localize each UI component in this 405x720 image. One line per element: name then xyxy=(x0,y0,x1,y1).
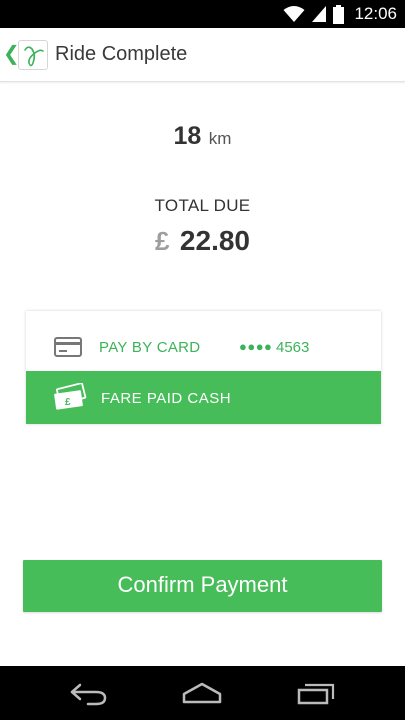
amount-value: 22.80 xyxy=(179,225,250,256)
wifi-icon xyxy=(283,6,305,22)
battery-icon xyxy=(333,4,345,24)
pay-by-card-option[interactable]: PAY BY CARD ●●●● 4563 xyxy=(26,311,381,371)
navigation-bar xyxy=(0,666,405,720)
fare-paid-cash-option[interactable]: £ FARE PAID CASH xyxy=(26,371,381,424)
home-icon[interactable] xyxy=(181,680,223,706)
card-last-four: 4563 xyxy=(276,339,310,356)
total-due-label: TOTAL DUE xyxy=(154,196,251,215)
total-due-amount: £ 22.80 xyxy=(0,225,405,257)
signal-icon xyxy=(312,6,327,22)
ride-distance: 18 km xyxy=(0,122,405,151)
app-bar: ❮ Ride Complete xyxy=(0,28,405,82)
back-icon[interactable] xyxy=(68,680,110,706)
cash-notes-icon: £ xyxy=(54,383,87,410)
recents-icon[interactable] xyxy=(296,680,338,706)
confirm-payment-button[interactable]: Confirm Payment xyxy=(23,560,382,612)
svg-text:£: £ xyxy=(65,397,71,408)
status-time: 12:06 xyxy=(354,4,397,23)
distance-unit: km xyxy=(208,129,232,148)
pay-by-card-label: PAY BY CARD xyxy=(99,339,201,356)
status-icons: 12:06 xyxy=(283,4,397,24)
payment-options-card: PAY BY CARD ●●●● 4563 £ FARE PAID CASH xyxy=(26,311,381,424)
fare-paid-cash-label: FARE PAID CASH xyxy=(101,390,232,407)
currency-symbol: £ xyxy=(155,226,170,256)
distance-value: 18 xyxy=(173,122,202,150)
credit-card-icon xyxy=(54,337,82,357)
status-bar: 12:06 xyxy=(0,0,405,28)
app-logo-icon[interactable] xyxy=(18,40,48,70)
page-title: Ride Complete xyxy=(55,43,188,65)
card-mask: ●●●● xyxy=(239,339,273,354)
back-chevron-icon[interactable]: ❮ xyxy=(3,43,20,65)
